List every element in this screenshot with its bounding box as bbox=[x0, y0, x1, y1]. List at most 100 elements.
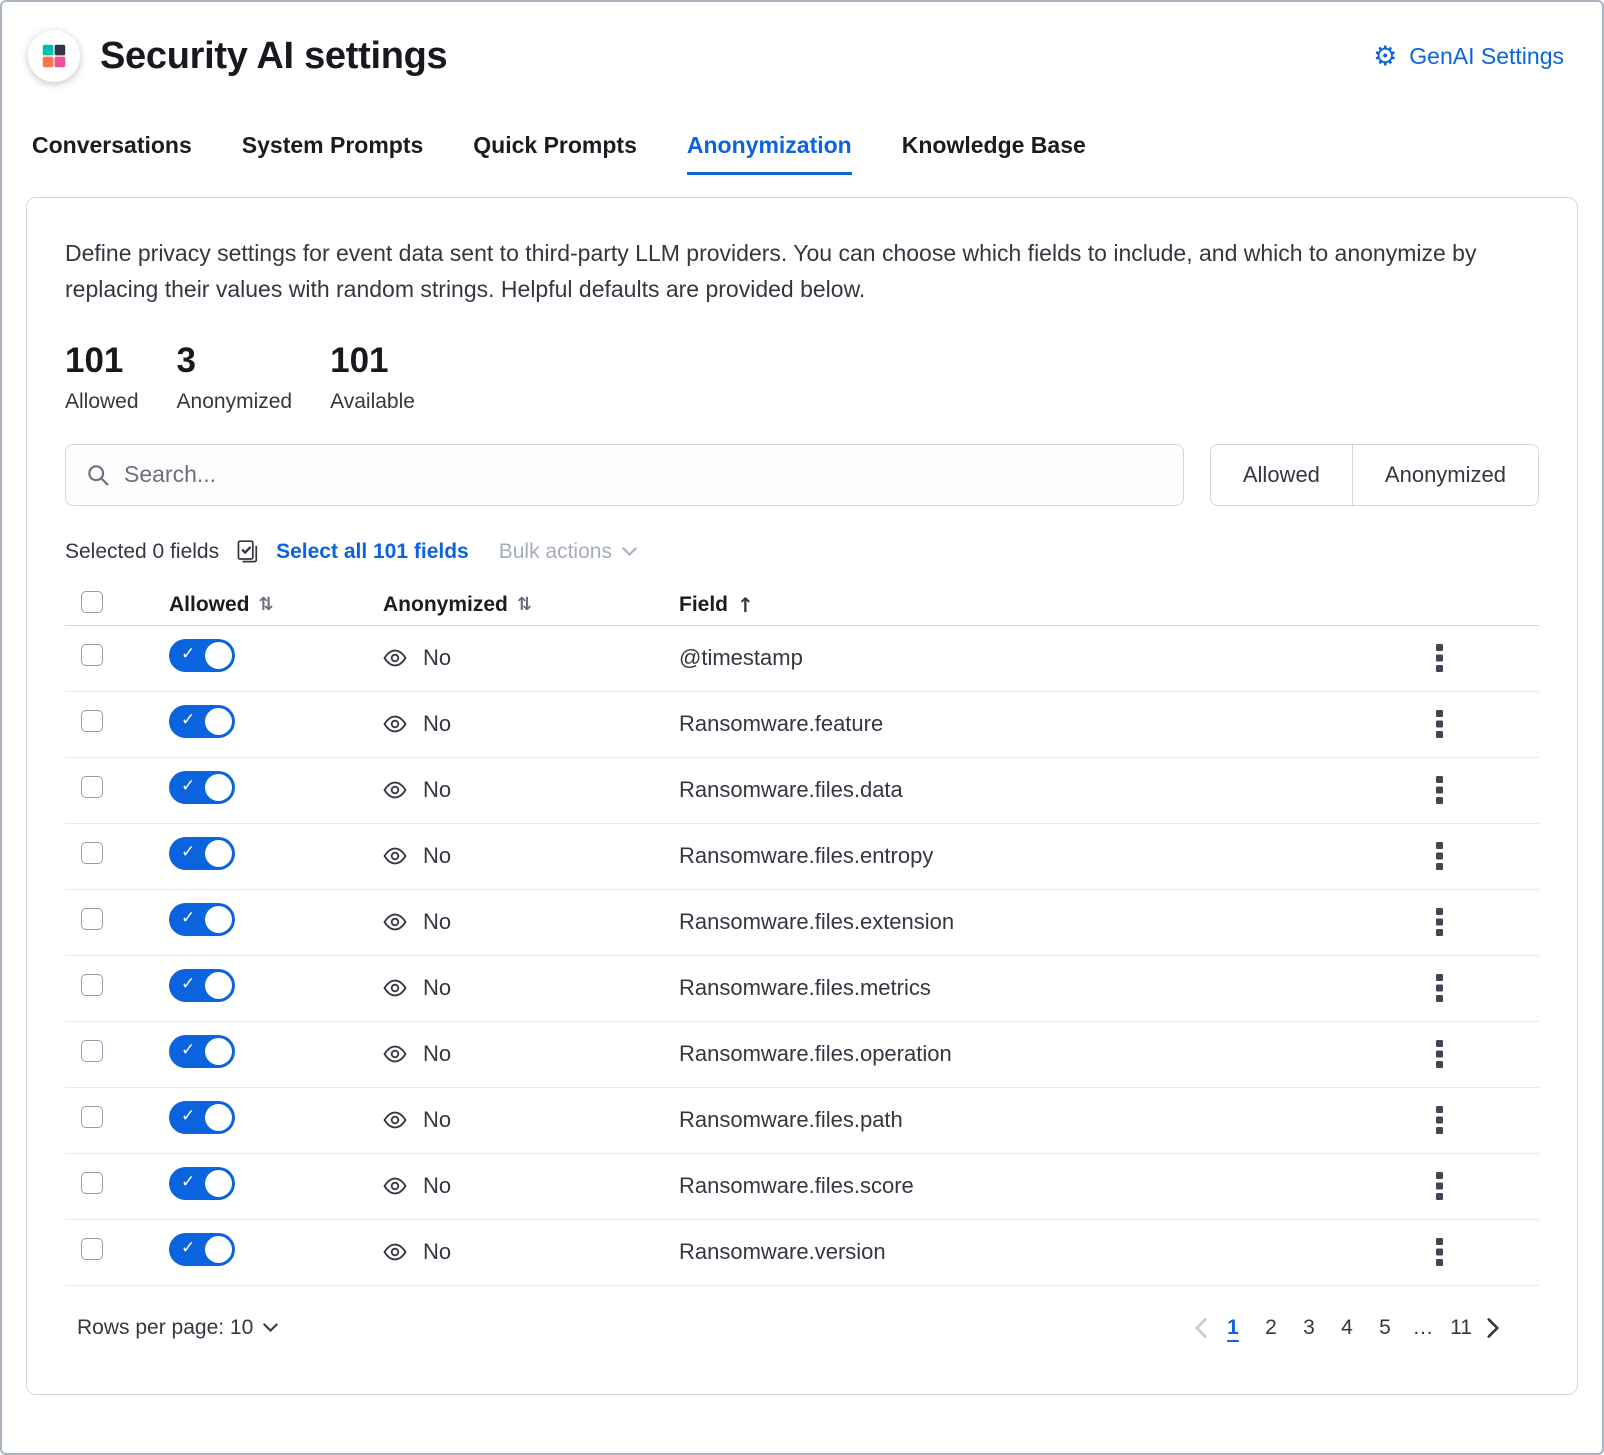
panel-description: Define privacy settings for event data s… bbox=[65, 236, 1495, 307]
row-actions-icon[interactable] bbox=[1436, 974, 1443, 1002]
column-header-allowed[interactable]: Allowed bbox=[169, 593, 250, 617]
page-header: Security AI settings ⚙ GenAI Settings bbox=[2, 2, 1602, 82]
allowed-toggle[interactable]: ✓ bbox=[169, 837, 235, 870]
sort-asc-icon-field[interactable]: ↑ bbox=[737, 595, 754, 615]
row-checkbox[interactable] bbox=[81, 974, 103, 996]
sort-icon-anonymized[interactable]: ⇅ bbox=[517, 596, 532, 614]
select-all-checkbox[interactable] bbox=[81, 591, 103, 613]
row-checkbox[interactable] bbox=[81, 1238, 103, 1260]
table-row: ✓ No Ransomware.files.entropy bbox=[65, 824, 1539, 890]
field-name: @timestamp bbox=[679, 645, 1339, 671]
allowed-toggle[interactable]: ✓ bbox=[169, 1101, 235, 1134]
field-name: Ransomware.version bbox=[679, 1239, 1339, 1265]
row-checkbox[interactable] bbox=[81, 710, 103, 732]
filter-anonymized-button[interactable]: Anonymized bbox=[1353, 445, 1538, 505]
check-icon: ✓ bbox=[181, 910, 195, 927]
allowed-toggle[interactable]: ✓ bbox=[169, 903, 235, 936]
tab-knowledge-base[interactable]: Knowledge Base bbox=[902, 132, 1086, 175]
allowed-toggle[interactable]: ✓ bbox=[169, 771, 235, 804]
stat-anonymized-value: 3 bbox=[177, 341, 293, 381]
eye-icon[interactable] bbox=[383, 1240, 407, 1264]
eye-icon[interactable] bbox=[383, 778, 407, 802]
allowed-toggle[interactable]: ✓ bbox=[169, 969, 235, 1002]
field-name: Ransomware.files.data bbox=[679, 777, 1339, 803]
check-icon: ✓ bbox=[181, 1174, 195, 1191]
next-page-icon[interactable] bbox=[1487, 1318, 1499, 1338]
row-actions-icon[interactable] bbox=[1436, 1040, 1443, 1068]
row-actions-icon[interactable] bbox=[1436, 776, 1443, 804]
bulk-actions-button[interactable]: Bulk actions bbox=[499, 540, 637, 564]
page-5[interactable]: 5 bbox=[1373, 1316, 1397, 1340]
row-actions-icon[interactable] bbox=[1436, 1238, 1443, 1266]
table-row: ✓ No Ransomware.files.data bbox=[65, 758, 1539, 824]
row-checkbox[interactable] bbox=[81, 1040, 103, 1062]
table-row: ✓ No Ransomware.files.path bbox=[65, 1088, 1539, 1154]
prev-page-icon[interactable] bbox=[1195, 1318, 1207, 1338]
row-actions-icon[interactable] bbox=[1436, 710, 1443, 738]
elastic-logo bbox=[28, 30, 80, 82]
stat-anonymized: 3 Anonymized bbox=[177, 341, 293, 413]
row-checkbox[interactable] bbox=[81, 842, 103, 864]
row-checkbox[interactable] bbox=[81, 776, 103, 798]
row-actions-icon[interactable] bbox=[1436, 908, 1443, 936]
tab-quick-prompts[interactable]: Quick Prompts bbox=[473, 132, 637, 175]
page-ellipsis: … bbox=[1411, 1316, 1435, 1340]
toggle-knob bbox=[205, 1236, 232, 1263]
eye-icon[interactable] bbox=[383, 712, 407, 736]
stat-available-value: 101 bbox=[330, 341, 415, 381]
bulk-actions-label: Bulk actions bbox=[499, 540, 612, 564]
check-icon: ✓ bbox=[181, 1108, 195, 1125]
eye-icon[interactable] bbox=[383, 1174, 407, 1198]
select-all-link[interactable]: Select all 101 fields bbox=[276, 540, 469, 564]
tab-system-prompts[interactable]: System Prompts bbox=[242, 132, 424, 175]
rows-per-page-button[interactable]: Rows per page: 10 bbox=[77, 1316, 278, 1340]
column-header-field[interactable]: Field bbox=[679, 593, 728, 617]
stat-available: 101 Available bbox=[330, 341, 415, 413]
allowed-toggle[interactable]: ✓ bbox=[169, 1167, 235, 1200]
search-input[interactable] bbox=[124, 461, 1163, 488]
row-actions-icon[interactable] bbox=[1436, 1106, 1443, 1134]
genai-settings-link[interactable]: ⚙ GenAI Settings bbox=[1373, 43, 1564, 70]
page-1[interactable]: 1 bbox=[1221, 1316, 1245, 1340]
toggle-knob bbox=[205, 642, 232, 669]
tab-conversations[interactable]: Conversations bbox=[32, 132, 192, 175]
eye-icon[interactable] bbox=[383, 646, 407, 670]
search-box bbox=[65, 444, 1184, 506]
row-actions-icon[interactable] bbox=[1436, 644, 1443, 672]
eye-icon[interactable] bbox=[383, 844, 407, 868]
eye-icon[interactable] bbox=[383, 976, 407, 1000]
row-checkbox[interactable] bbox=[81, 1172, 103, 1194]
page-11[interactable]: 11 bbox=[1449, 1316, 1473, 1340]
eye-icon[interactable] bbox=[383, 1042, 407, 1066]
table-row: ✓ No Ransomware.files.metrics bbox=[65, 956, 1539, 1022]
row-checkbox[interactable] bbox=[81, 644, 103, 666]
pages-select-icon[interactable] bbox=[235, 539, 260, 564]
allowed-toggle[interactable]: ✓ bbox=[169, 705, 235, 738]
table-row: ✓ No Ransomware.files.extension bbox=[65, 890, 1539, 956]
stat-allowed-value: 101 bbox=[65, 341, 139, 381]
column-header-anonymized[interactable]: Anonymized bbox=[383, 593, 508, 617]
page-title: Security AI settings bbox=[100, 35, 447, 78]
toggle-knob bbox=[205, 708, 232, 735]
sort-icon-allowed[interactable]: ⇅ bbox=[259, 596, 274, 614]
page-3[interactable]: 3 bbox=[1297, 1316, 1321, 1340]
anonymized-value: No bbox=[423, 843, 451, 869]
row-checkbox[interactable] bbox=[81, 908, 103, 930]
eye-icon[interactable] bbox=[383, 910, 407, 934]
toggle-knob bbox=[205, 1104, 232, 1131]
page-4[interactable]: 4 bbox=[1335, 1316, 1359, 1340]
chevron-down-icon bbox=[622, 547, 637, 556]
toggle-knob bbox=[205, 840, 232, 867]
page-2[interactable]: 2 bbox=[1259, 1316, 1283, 1340]
filter-allowed-button[interactable]: Allowed bbox=[1211, 445, 1353, 505]
row-actions-icon[interactable] bbox=[1436, 842, 1443, 870]
row-actions-icon[interactable] bbox=[1436, 1172, 1443, 1200]
allowed-toggle[interactable]: ✓ bbox=[169, 1233, 235, 1266]
eye-icon[interactable] bbox=[383, 1108, 407, 1132]
check-icon: ✓ bbox=[181, 712, 195, 729]
allowed-toggle[interactable]: ✓ bbox=[169, 639, 235, 672]
allowed-toggle[interactable]: ✓ bbox=[169, 1035, 235, 1068]
tab-anonymization[interactable]: Anonymization bbox=[687, 132, 852, 175]
row-checkbox[interactable] bbox=[81, 1106, 103, 1128]
table-row: ✓ No Ransomware.feature bbox=[65, 692, 1539, 758]
